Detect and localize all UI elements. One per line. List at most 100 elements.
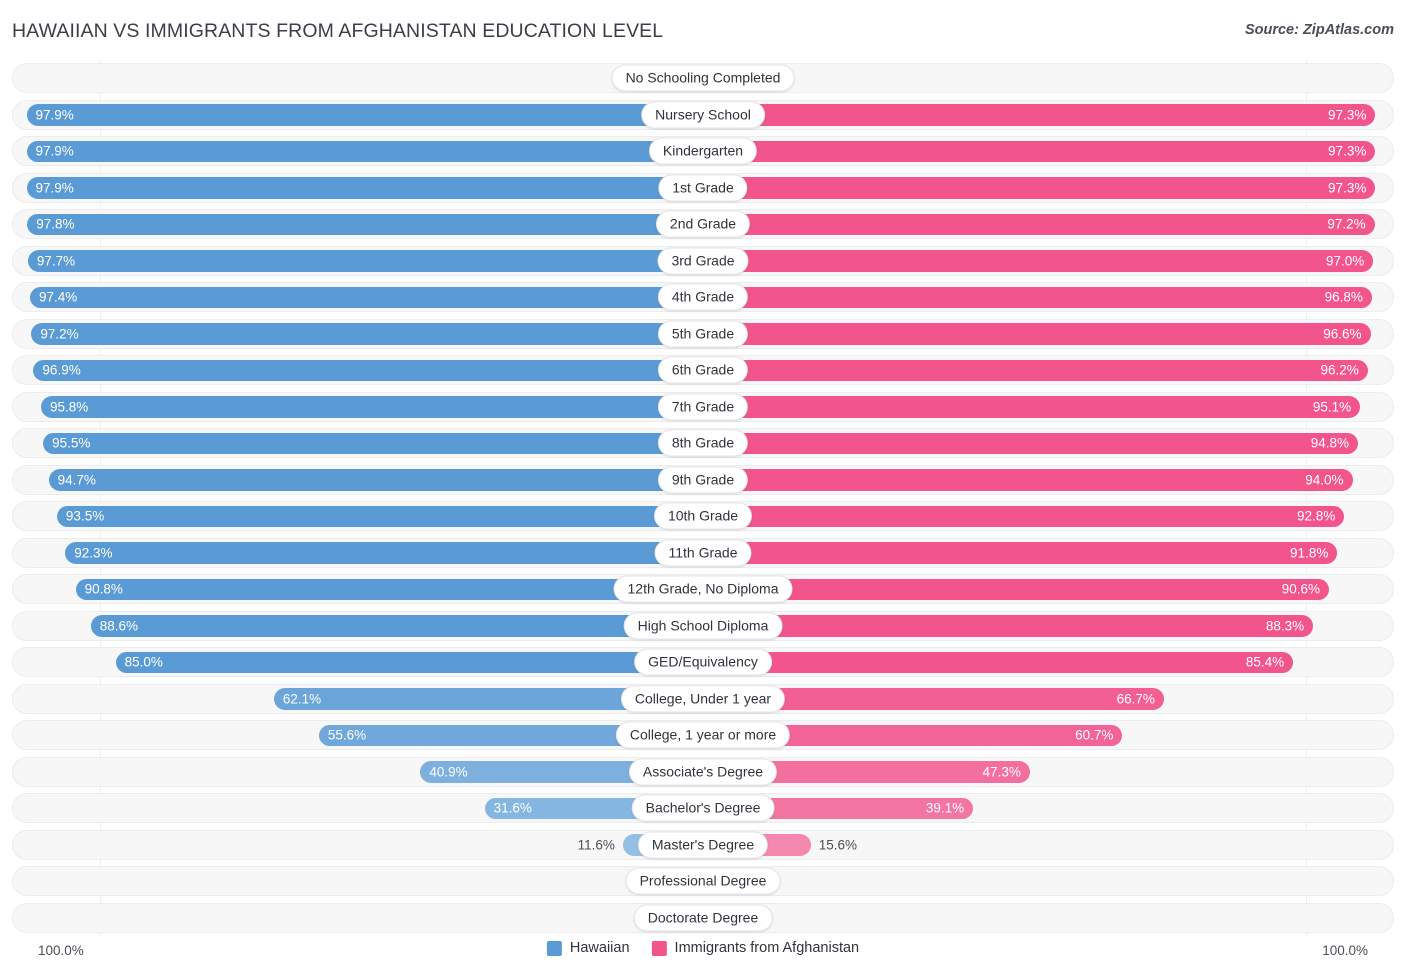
bar-immigrants-from-afghanistan[interactable]: 88.3% (703, 615, 1314, 637)
bar-hawaiian[interactable]: 97.8% (27, 213, 703, 235)
bar-immigrants-from-afghanistan[interactable]: 96.2% (703, 359, 1368, 381)
category-label: 6th Grade (657, 356, 749, 384)
category-label: Kindergarten (648, 137, 758, 165)
chart-row: 2.2%2.7%No Schooling Completed (12, 60, 1394, 97)
bar-hawaiian[interactable]: 95.5% (43, 432, 703, 454)
value-label-immigrants-from-afghanistan: 90.6% (1281, 581, 1321, 597)
bar-hawaiian[interactable]: 97.9% (26, 177, 703, 199)
bar-hawaiian[interactable]: 97.4% (29, 286, 703, 308)
bar-hawaiian[interactable]: 97.7% (27, 250, 703, 272)
bar-immigrants-from-afghanistan[interactable]: 95.1% (703, 396, 1361, 418)
value-label-immigrants-from-afghanistan: 97.3% (1328, 143, 1367, 159)
bar-immigrants-from-afghanistan[interactable]: 85.4% (703, 651, 1294, 673)
bar-immigrants-from-afghanistan[interactable]: 94.8% (703, 432, 1359, 454)
value-label-hawaiian: 62.1% (282, 691, 322, 707)
value-label-hawaiian: 97.8% (36, 216, 75, 232)
category-label: 2nd Grade (655, 210, 751, 238)
category-label: 11th Grade (654, 539, 752, 567)
value-label-immigrants-from-afghanistan: 91.8% (1290, 545, 1329, 561)
value-label-immigrants-from-afghanistan: 85.4% (1245, 654, 1285, 670)
chart-row: 97.9% 97.3% Kindergarten (12, 133, 1394, 170)
value-label-immigrants-from-afghanistan: 95.1% (1312, 399, 1352, 415)
category-label: Bachelor's Degree (631, 794, 775, 822)
legend-swatch-immigrants-from-afghanistan (651, 940, 667, 956)
chart-row: 97.8% 97.2% 2nd Grade (12, 206, 1394, 243)
value-label-hawaiian: 40.9% (429, 764, 468, 780)
chart-row: 90.8% 90.6% 12th Grade, No Diploma (12, 571, 1394, 608)
bar-immigrants-from-afghanistan[interactable]: 90.6% (703, 578, 1330, 600)
chart-row: 85.0% 85.4% GED/Equivalency (12, 644, 1394, 681)
value-label-hawaiian: 93.5% (65, 508, 105, 524)
chart-row: 96.9% 96.2% 6th Grade (12, 352, 1394, 389)
value-label-immigrants-from-afghanistan: 94.0% (1305, 472, 1344, 488)
value-label-immigrants-from-afghanistan: 96.8% (1324, 289, 1363, 305)
category-label: Master's Degree (637, 831, 769, 859)
bar-immigrants-from-afghanistan[interactable]: 94.0% (703, 469, 1353, 491)
category-label: 10th Grade (653, 502, 753, 530)
value-label-hawaiian: 96.9% (42, 362, 81, 378)
bar-immigrants-from-afghanistan[interactable]: 92.8% (703, 505, 1345, 527)
page-title: HAWAIIAN VS IMMIGRANTS FROM AFGHANISTAN … (12, 20, 664, 42)
value-label-hawaiian: 97.9% (35, 107, 74, 123)
value-label-immigrants-from-afghanistan: 88.3% (1265, 618, 1305, 634)
category-label: GED/Equivalency (634, 648, 772, 676)
bar-hawaiian[interactable]: 85.0% (115, 651, 703, 673)
value-label-hawaiian: 97.2% (40, 326, 79, 342)
value-label-hawaiian: 97.9% (35, 180, 74, 196)
bar-hawaiian[interactable]: 94.7% (48, 469, 703, 491)
value-label-hawaiian: 94.7% (57, 472, 96, 488)
value-label-hawaiian: 97.7% (36, 253, 76, 269)
value-label-immigrants-from-afghanistan: 97.3% (1328, 107, 1367, 123)
legend-item-hawaiian[interactable]: Hawaiian (546, 940, 630, 956)
category-label: College, Under 1 year (620, 685, 786, 713)
axis-label-left: 100.0% (38, 943, 84, 958)
diverging-bar-chart: 2.2%2.7%No Schooling Completed 97.9% 97.3%… (12, 60, 1394, 936)
value-label-immigrants-from-afghanistan: 97.0% (1325, 253, 1365, 269)
chart-row: 97.9% 97.3% 1st Grade (12, 170, 1394, 207)
category-label: No Schooling Completed (611, 64, 795, 92)
category-label: 1st Grade (658, 174, 748, 202)
value-label-immigrants-from-afghanistan: 97.2% (1327, 216, 1366, 232)
bar-hawaiian[interactable]: 96.9% (33, 359, 703, 381)
legend-label-hawaiian: Hawaiian (569, 940, 630, 956)
chart-row: 1.5%1.8%Doctorate Degree (12, 900, 1394, 937)
chart-row: 94.7% 94.0% 9th Grade (12, 462, 1394, 499)
category-label: 12th Grade, No Diploma (613, 575, 793, 603)
chart-row: 95.5% 94.8% 8th Grade (12, 425, 1394, 462)
bar-immigrants-from-afghanistan[interactable]: 97.3% (703, 104, 1376, 126)
category-label: 7th Grade (657, 393, 749, 421)
bar-hawaiian[interactable]: 97.2% (31, 323, 703, 345)
category-label: 3rd Grade (657, 247, 749, 275)
bar-hawaiian[interactable]: 97.9% (26, 140, 703, 162)
axis-label-right: 100.0% (1322, 943, 1368, 958)
bar-hawaiian[interactable]: 88.6% (90, 615, 703, 637)
category-label: 5th Grade (657, 320, 749, 348)
category-label: Professional Degree (625, 867, 781, 895)
value-label-hawaiian: 11.6% (577, 837, 615, 853)
bar-hawaiian[interactable]: 97.9% (26, 104, 703, 126)
value-label-immigrants-from-afghanistan: 66.7% (1116, 691, 1155, 707)
bar-hawaiian[interactable]: 92.3% (65, 542, 703, 564)
value-label-immigrants-from-afghanistan: 15.6% (818, 837, 858, 853)
bar-hawaiian[interactable]: 95.8% (41, 396, 703, 418)
value-label-immigrants-from-afghanistan: 92.8% (1296, 508, 1336, 524)
bar-hawaiian[interactable]: 90.8% (75, 578, 703, 600)
chart-header: HAWAIIAN VS IMMIGRANTS FROM AFGHANISTAN … (0, 0, 1406, 56)
value-label-immigrants-from-afghanistan: 97.3% (1328, 180, 1367, 196)
legend-item-immigrants-from-afghanistan[interactable]: Immigrants from Afghanistan (651, 940, 859, 956)
category-label: 9th Grade (657, 466, 749, 494)
category-label: 4th Grade (657, 283, 749, 311)
bar-immigrants-from-afghanistan[interactable]: 96.8% (703, 286, 1372, 308)
bar-immigrants-from-afghanistan[interactable]: 97.3% (703, 140, 1376, 162)
source-attribution: Source: ZipAtlas.com (1244, 22, 1394, 38)
bar-immigrants-from-afghanistan[interactable]: 97.3% (703, 177, 1376, 199)
bar-immigrants-from-afghanistan[interactable]: 96.6% (703, 323, 1371, 345)
chart-row: 62.1% 66.7% College, Under 1 year (12, 681, 1394, 718)
bar-immigrants-from-afghanistan[interactable]: 91.8% (703, 542, 1338, 564)
chart-row: 97.9% 97.3% Nursery School (12, 97, 1394, 134)
bar-hawaiian[interactable]: 93.5% (56, 505, 703, 527)
bar-immigrants-from-afghanistan[interactable]: 97.0% (703, 250, 1374, 272)
bar-immigrants-from-afghanistan[interactable]: 97.2% (703, 213, 1375, 235)
value-label-hawaiian: 92.3% (74, 545, 113, 561)
legend-swatch-hawaiian (546, 940, 562, 956)
